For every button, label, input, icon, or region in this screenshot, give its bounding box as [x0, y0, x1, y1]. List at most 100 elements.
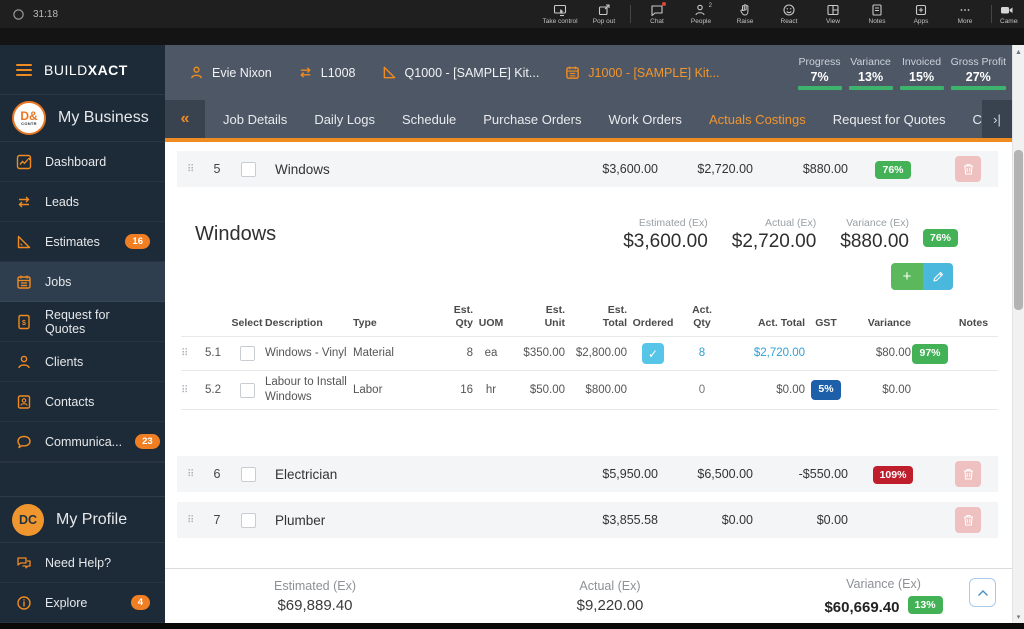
breadcrumb-lead[interactable]: L1008 — [298, 65, 356, 80]
tab-daily-logs[interactable]: Daily Logs — [314, 112, 375, 127]
item-type: Labor — [353, 383, 383, 396]
drag-handle-icon[interactable]: ⠿ — [187, 469, 203, 480]
raise-hand-button[interactable]: Raise — [723, 0, 767, 25]
notes-button[interactable]: Notes — [855, 0, 899, 25]
group-actual: $0.00 — [721, 513, 753, 528]
sidebar-item-need-help[interactable]: Need Help? — [0, 543, 165, 583]
drag-handle-icon[interactable]: ⠿ — [187, 515, 203, 526]
item-checkbox[interactable] — [239, 382, 255, 398]
hamburger-menu-icon[interactable] — [16, 63, 32, 76]
tab-schedule[interactable]: Schedule — [402, 112, 456, 127]
group-detail-section: Windows Estimated (Ex) $3,600.00 Actual … — [177, 197, 998, 411]
edit-section-button[interactable] — [923, 263, 953, 290]
sidebar-item-my-business[interactable]: D& CONTR My Business — [0, 95, 165, 142]
delete-group-button[interactable] — [955, 156, 981, 182]
trash-icon — [963, 469, 973, 480]
group-checkbox[interactable] — [240, 161, 256, 177]
kpi-progress: Progress 7% — [797, 56, 842, 90]
item-checkbox[interactable] — [239, 346, 255, 362]
add-line-item-button[interactable]: + — [891, 263, 923, 290]
sidebar-item-label: Estimates — [45, 234, 100, 249]
item-est-qty: 16 — [460, 383, 473, 396]
scrollbar-thumb[interactable] — [1014, 150, 1023, 310]
view-button[interactable]: View — [811, 0, 855, 25]
company-avatar: D& CONTR — [12, 101, 46, 135]
sidebar-item-contacts[interactable]: Contacts — [0, 382, 165, 422]
group-actual: $2,720.00 — [697, 162, 753, 176]
chat-notification-dot — [662, 2, 666, 6]
sidebar-item-label: Clients — [45, 354, 84, 369]
tab-purchase-orders[interactable]: Purchase Orders — [483, 112, 581, 127]
take-control-button[interactable]: Take control — [538, 0, 582, 25]
drag-handle-icon[interactable]: ⠿ — [181, 348, 197, 359]
people-button[interactable]: 2 People — [679, 0, 723, 25]
delete-group-button[interactable] — [955, 507, 981, 534]
people-count: 2 — [708, 3, 712, 9]
section-estimated: Estimated (Ex) $3,600.00 — [623, 217, 708, 252]
sidebar-item-label: Dashboard — [45, 154, 107, 169]
item-act-total-link[interactable]: $2,720.00 — [725, 346, 805, 361]
sidebar-item-communications[interactable]: Communica... 23 — [0, 422, 165, 462]
pop-out-icon — [598, 4, 610, 16]
ordered-check-button[interactable]: ✓ — [642, 343, 664, 365]
group-variance: -$550.00 — [798, 467, 848, 482]
camera-button[interactable]: Camer — [996, 0, 1018, 25]
breadcrumb-job[interactable]: J1000 - [SAMPLE] Kit... — [565, 65, 720, 80]
breadcrumb-client[interactable]: Evie Nixon — [189, 65, 272, 80]
job-kpis: Progress 7% Variance 13% Invoiced 15% Gr… — [797, 56, 1006, 90]
react-button[interactable]: React — [767, 0, 811, 25]
sidebar-item-my-profile[interactable]: DC My Profile — [0, 496, 165, 543]
footer-estimated: Estimated (Ex) $69,889.40 — [274, 578, 356, 614]
explore-count-badge: 4 — [130, 595, 150, 610]
breadcrumb-estimate[interactable]: Q1000 - [SAMPLE] Kit... — [382, 65, 539, 80]
jobs-icon — [15, 274, 32, 290]
section-title: Windows — [195, 223, 277, 245]
job-tab-bar: « Job Details Daily Logs Schedule Purcha… — [165, 100, 1012, 142]
toolbar-divider — [991, 5, 992, 23]
group-actual: $6,500.00 — [697, 467, 753, 482]
page-scrollbar[interactable]: ▲ ▾ — [1012, 45, 1024, 623]
apps-button[interactable]: Apps — [899, 0, 943, 25]
item-variance: $80.00 — [875, 347, 911, 360]
tab-actuals-costings[interactable]: Actuals Costings — [709, 112, 806, 127]
group-checkbox[interactable] — [240, 466, 256, 482]
tab-work-orders[interactable]: Work Orders — [609, 112, 682, 127]
delete-group-button[interactable] — [955, 461, 981, 488]
group-variance: $0.00 — [816, 513, 848, 528]
section-percent-badge: 76% — [922, 229, 958, 247]
item-act-total: $0.00 — [776, 383, 805, 396]
sidebar-item-dashboard[interactable]: Dashboard — [0, 142, 165, 182]
tab-request-for-quotes[interactable]: Request for Quotes — [833, 112, 946, 127]
meeting-timer: 31:18 — [33, 8, 59, 20]
cost-group-row-windows: ⠿ 5 Windows $3,600.00 $2,720.00 $880.00 … — [177, 151, 998, 187]
drag-handle-icon[interactable]: ⠿ — [187, 164, 203, 175]
svg-text:$: $ — [22, 320, 26, 327]
footer-variance-badge: 13% — [907, 596, 943, 614]
scrollbar-down-arrow[interactable]: ▾ — [1013, 613, 1024, 621]
sidebar-item-estimates[interactable]: Estimates 16 — [0, 222, 165, 262]
sidebar-item-label: Contacts — [45, 394, 95, 409]
item-est-qty: 8 — [466, 347, 473, 360]
sidebar-item-jobs[interactable]: Jobs — [0, 262, 165, 302]
group-estimated: $5,950.00 — [602, 467, 658, 482]
tab-job-details[interactable]: Job Details — [223, 112, 287, 127]
item-type: Material — [353, 347, 394, 360]
sidebar-item-request-for-quotes[interactable]: $ Request for Quotes — [0, 302, 165, 342]
drag-handle-icon[interactable]: ⠿ — [181, 385, 197, 396]
sidebar-item-leads[interactable]: Leads — [0, 182, 165, 222]
breadcrumb: Evie Nixon L1008 Q1000 - [SAMPLE] Kit...… — [189, 65, 720, 80]
tabs-scroll-left-button[interactable]: « — [165, 100, 205, 138]
request-for-quotes-icon: $ — [15, 314, 32, 330]
more-button[interactable]: More — [943, 0, 987, 25]
tab-clients-truncated[interactable]: Cl — [973, 112, 983, 127]
group-checkbox[interactable] — [240, 512, 256, 528]
tabs-scroll-right-button[interactable]: ›| — [982, 100, 1012, 138]
pop-out-button[interactable]: Pop out — [582, 0, 626, 25]
sidebar-item-label: Communica... — [45, 434, 123, 449]
scroll-to-top-button[interactable] — [969, 578, 996, 607]
scrollbar-up-arrow[interactable]: ▲ — [1013, 49, 1024, 56]
sidebar-item-clients[interactable]: Clients — [0, 342, 165, 382]
sidebar-item-explore[interactable]: Explore 4 — [0, 583, 165, 623]
recording-shield-icon — [13, 8, 24, 20]
chat-button[interactable]: Chat — [635, 0, 679, 25]
